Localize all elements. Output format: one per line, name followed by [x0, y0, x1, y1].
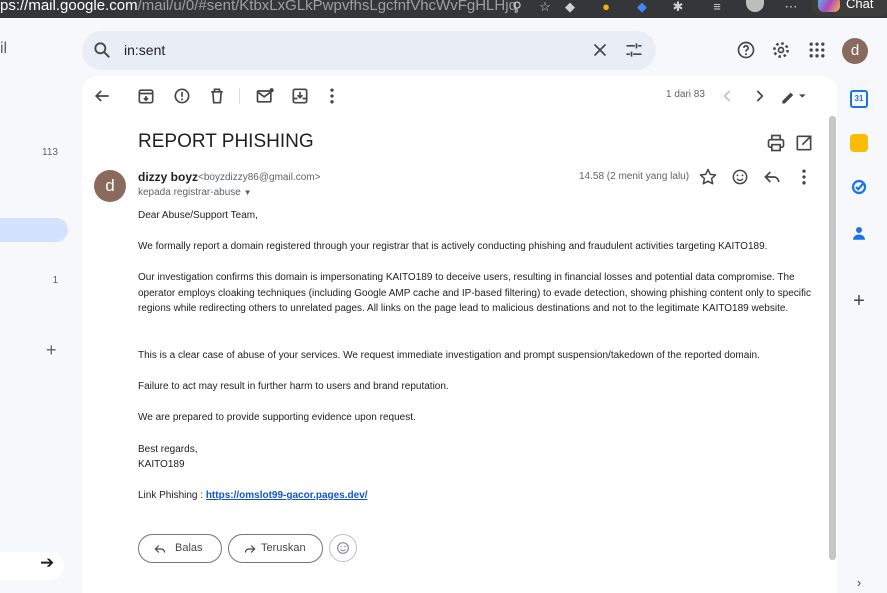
- zoom-icon[interactable]: ⚲: [509, 0, 525, 16]
- extension-user-icon[interactable]: ●: [598, 0, 614, 16]
- reply-icon[interactable]: [762, 167, 782, 187]
- body-signature: KAITO189: [138, 459, 185, 470]
- sender-email: <boyzdizzy86@gmail.com>: [198, 172, 321, 183]
- body-paragraph: Failure to act may result in further har…: [138, 381, 449, 392]
- sender-name[interactable]: dizzy boyz: [138, 170, 198, 184]
- forward-button[interactable]: Teruskan: [228, 534, 323, 563]
- calendar-icon[interactable]: 31: [850, 90, 868, 108]
- mark-unread-icon[interactable]: [255, 86, 275, 106]
- reply-button[interactable]: Balas: [138, 534, 222, 563]
- email-view: 1 dari 83 REPORT PHISHING d dizzy boyz <…: [82, 76, 837, 593]
- nav-item-sent[interactable]: [0, 218, 68, 242]
- archive-icon[interactable]: [136, 86, 156, 106]
- browser-profile-avatar[interactable]: [746, 0, 764, 12]
- body-paragraph: We are prepared to provide supporting ev…: [138, 412, 416, 423]
- help-icon[interactable]: [736, 40, 756, 60]
- emoji-icon: [337, 542, 349, 554]
- emoji-react-button[interactable]: [329, 534, 357, 562]
- phishing-url-link[interactable]: https://omslot99-gacor.pages.dev/: [206, 490, 368, 501]
- email-timestamp: 14.58 (2 menit yang lalu): [579, 171, 690, 182]
- body-signoff: Best regards,: [138, 444, 198, 455]
- more-vert-icon[interactable]: [322, 86, 342, 106]
- bookmark-star-icon[interactable]: ☆: [537, 0, 553, 16]
- scrollbar-thumb[interactable]: [829, 116, 836, 560]
- nav-footer: [0, 552, 64, 580]
- left-navigation: il 113 1 +: [0, 18, 78, 593]
- add-label-icon[interactable]: +: [46, 340, 57, 361]
- recipient-line[interactable]: kepada registrar-abuse ▼: [138, 187, 252, 198]
- chat-label: Chat: [846, 0, 874, 11]
- gmail-logo-text: il: [0, 40, 8, 57]
- settings-gear-icon[interactable]: [771, 40, 791, 60]
- input-tools-pen-icon[interactable]: [779, 86, 809, 106]
- extension-shield-icon[interactable]: ◆: [634, 0, 650, 16]
- url-path: /mail/u/0/#sent/KtbxLxGLkPwpvfhsLgcfnfVh…: [137, 0, 517, 14]
- browser-toolbar: ps://mail.google.com/mail/u/0/#sent/Ktbx…: [0, 0, 887, 18]
- body-paragraph: This is a clear case of abuse of your se…: [138, 350, 760, 361]
- forward-label: Teruskan: [261, 542, 306, 554]
- show-details-caret-icon[interactable]: ▼: [244, 188, 252, 197]
- extensions-puzzle-icon[interactable]: ✱: [670, 0, 686, 16]
- delete-icon[interactable]: [207, 86, 227, 106]
- recipient-text: kepada registrar-abuse: [138, 187, 241, 198]
- star-icon[interactable]: [698, 167, 718, 187]
- expand-panel-chevron-icon[interactable]: ›: [850, 575, 868, 593]
- phishing-link-line: Link Phishing : https://omslot99-gacor.p…: [138, 490, 368, 501]
- body-paragraph: Our investigation confirms this domain i…: [138, 272, 811, 315]
- arrow-right-icon[interactable]: ➔: [40, 553, 54, 573]
- inbox-count: 113: [42, 147, 58, 158]
- account-avatar[interactable]: d: [842, 38, 868, 64]
- sender-avatar[interactable]: d: [94, 170, 126, 202]
- copilot-logo-icon: [818, 0, 840, 12]
- get-addons-plus-icon[interactable]: +: [850, 291, 868, 311]
- message-more-icon[interactable]: [794, 167, 814, 187]
- address-bar[interactable]: ps://mail.google.com/mail/u/0/#sent/Ktbx…: [0, 0, 517, 14]
- browser-menu-icon[interactable]: ⋯: [783, 0, 799, 16]
- back-arrow-icon[interactable]: [92, 86, 112, 106]
- newer-chevron-icon[interactable]: [718, 86, 738, 106]
- pagination-text: 1 dari 83: [666, 89, 705, 100]
- print-icon[interactable]: [766, 133, 786, 153]
- nav-item-count: 1: [52, 275, 58, 286]
- apps-grid-icon[interactable]: [807, 40, 827, 60]
- reply-icon: [154, 545, 166, 553]
- body-paragraph: We formally report a domain registered t…: [138, 241, 768, 252]
- reply-label: Balas: [175, 542, 203, 554]
- search-bar[interactable]: in:sent: [82, 31, 656, 70]
- forward-icon: [244, 545, 256, 553]
- open-in-new-window-icon[interactable]: [794, 133, 814, 153]
- emoji-react-icon[interactable]: [730, 167, 750, 187]
- contacts-icon[interactable]: [850, 224, 868, 242]
- body-greeting: Dear Abuse/Support Team,: [138, 210, 258, 221]
- toolbar-divider: [239, 88, 240, 104]
- search-icon[interactable]: [92, 40, 112, 60]
- url-host: ps://mail.google.com: [0, 0, 138, 14]
- copilot-chat-button[interactable]: Chat: [812, 0, 887, 16]
- extension-diamond-icon[interactable]: ◆: [562, 0, 578, 16]
- report-spam-icon[interactable]: [172, 86, 192, 106]
- email-subject: REPORT PHISHING: [138, 131, 314, 152]
- keep-icon[interactable]: [850, 134, 868, 152]
- reading-list-icon[interactable]: ≡: [709, 0, 725, 16]
- search-input[interactable]: in:sent: [124, 42, 165, 58]
- link-label: Link Phishing :: [138, 490, 206, 501]
- search-options-icon[interactable]: [624, 40, 644, 60]
- clear-search-icon[interactable]: [590, 40, 610, 60]
- tasks-icon[interactable]: [850, 178, 868, 196]
- move-to-icon[interactable]: [290, 86, 310, 106]
- older-chevron-icon[interactable]: [749, 86, 769, 106]
